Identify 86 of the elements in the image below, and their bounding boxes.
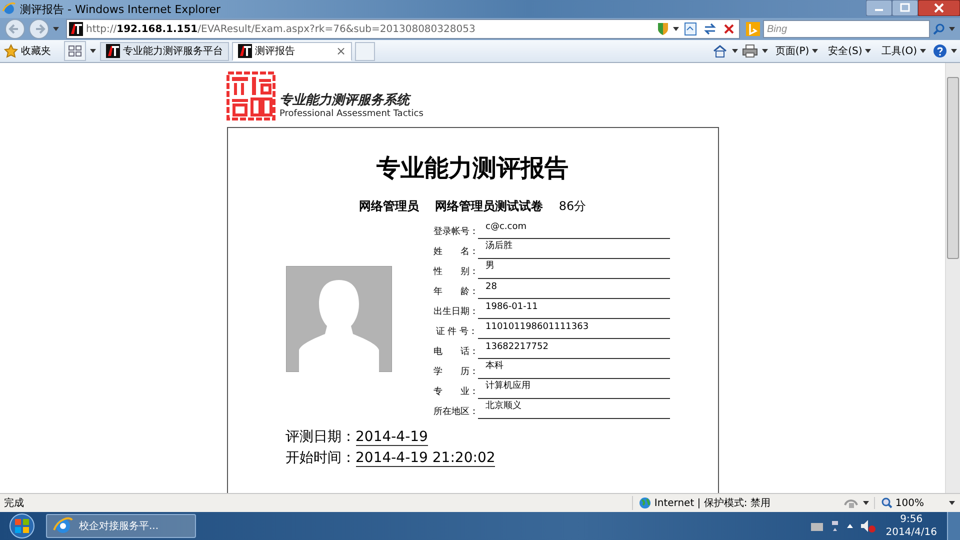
detail-label: 评测日期： <box>286 428 356 446</box>
caret-icon[interactable] <box>761 47 770 55</box>
field-value: 28 <box>478 282 670 299</box>
help-icon[interactable] <box>933 44 947 58</box>
tab-label: 测评报告 <box>255 44 295 58</box>
menu-button[interactable]: 页面(P) <box>772 44 822 58</box>
system-subtitle: Professional Assessment Tactics <box>280 109 424 119</box>
minimize-button[interactable] <box>866 0 892 16</box>
summary-text: 网络管理员测试试卷 <box>434 198 543 215</box>
clock-date: 2014/4/16 <box>886 526 937 539</box>
field-value: 汤后胜 <box>478 239 670 259</box>
field-value: 男 <box>478 259 670 279</box>
menu-button[interactable]: 工具(O) <box>878 44 930 58</box>
field-value: 13682217752 <box>478 342 670 359</box>
avatar-icon <box>286 266 392 372</box>
site-logo-icon <box>69 22 83 36</box>
field-label: 性 别： <box>434 266 478 279</box>
site-logo-icon <box>238 44 252 58</box>
window-title: 测评报告 - Windows Internet Explorer <box>20 2 221 16</box>
summary-text: 86分 <box>558 198 586 215</box>
browser-icon <box>2 2 16 16</box>
scrollbar[interactable] <box>945 63 960 493</box>
caret-icon <box>919 47 927 55</box>
address-field[interactable]: http://192.168.1.151/EVAResult/Exam.aspx?rk=76&sub=201308080328053 <box>66 19 740 39</box>
b-logo-icon <box>746 22 760 36</box>
detail-value: 2014-4-19 <box>356 429 428 446</box>
arrow-up-icon[interactable] <box>846 522 854 530</box>
field-label: 出生日期： <box>434 306 478 319</box>
caret-icon[interactable] <box>948 499 956 507</box>
caret-icon[interactable] <box>89 47 97 55</box>
caret-icon[interactable] <box>950 47 958 55</box>
detail-label: 开始时间： <box>286 449 356 467</box>
browser-tab[interactable]: 测评报告 × <box>232 42 352 60</box>
clock[interactable]: 9:56 2014/4/16 <box>882 513 941 539</box>
report-title: 专业能力测评报告 <box>376 153 570 184</box>
zoom-button[interactable]: 100% <box>874 497 944 509</box>
star-icon <box>4 44 18 58</box>
url-text: http://192.168.1.151/EVAResult/Exam.aspx?rk=76&sub=201308080328053 <box>86 24 476 34</box>
tab-label: 专业能力测评服务平台 <box>123 44 223 58</box>
zone-text: Internet | 保护模式: 禁用 <box>654 496 770 510</box>
clock-time: 9:56 <box>899 513 924 526</box>
magnifier-icon <box>881 497 894 509</box>
site-logo-icon <box>106 44 120 58</box>
seal-logo-icon <box>226 71 276 121</box>
caret-icon[interactable] <box>731 47 740 55</box>
grid-icon <box>68 45 82 57</box>
refresh-icon[interactable] <box>702 21 718 37</box>
maximize-button[interactable] <box>892 0 918 16</box>
browser-tab[interactable]: 专业能力测评服务平台 <box>100 42 229 60</box>
field-label: 登录帐号： <box>434 226 478 239</box>
field-label: 电 话： <box>434 346 478 359</box>
summary-text: 网络管理员 <box>358 198 419 215</box>
favorites-button[interactable]: 收藏夹 <box>2 44 61 58</box>
field-value: 本科 <box>478 359 670 379</box>
detail-value: 2014-4-19 21:20:02 <box>356 450 496 467</box>
shield-icon[interactable] <box>657 22 669 36</box>
taskbar-button[interactable]: 校企对接服务平... <box>46 514 196 538</box>
field-label: 专 业： <box>434 386 478 399</box>
globe-icon <box>639 497 652 509</box>
field-label: 学 历： <box>434 366 478 379</box>
field-value: 1986-01-11 <box>478 302 670 319</box>
close-button[interactable] <box>918 0 960 16</box>
caret-icon[interactable] <box>862 499 870 507</box>
field-label: 年 龄： <box>434 286 478 299</box>
caret-icon <box>864 47 872 55</box>
system-name: 专业能力测评服务系统 <box>280 92 412 109</box>
field-label: 姓 名： <box>434 246 478 259</box>
field-label: 证 件 号： <box>434 326 478 339</box>
status-text: 完成 <box>4 496 24 510</box>
compat-view-icon[interactable] <box>683 21 699 37</box>
browser-icon <box>53 516 73 536</box>
field-label: 所在地区： <box>434 406 478 419</box>
home-icon[interactable] <box>712 44 728 58</box>
scroll-thumb[interactable] <box>947 77 959 259</box>
speaker-muted-icon[interactable] <box>860 519 876 533</box>
field-value: 110101198601111363 <box>478 322 670 339</box>
menu-button[interactable]: 安全(S) <box>825 44 876 58</box>
field-value: 计算机应用 <box>478 379 670 399</box>
caret-icon <box>811 47 820 55</box>
field-value: 北京顺义 <box>478 399 670 419</box>
printer-icon[interactable] <box>742 44 758 58</box>
search-field[interactable]: Bing <box>763 20 930 38</box>
quick-tabs-button[interactable] <box>64 41 86 61</box>
tab-close-button[interactable]: × <box>336 44 346 58</box>
field-value: c@c.com <box>478 222 670 239</box>
caret-icon[interactable] <box>672 25 680 33</box>
